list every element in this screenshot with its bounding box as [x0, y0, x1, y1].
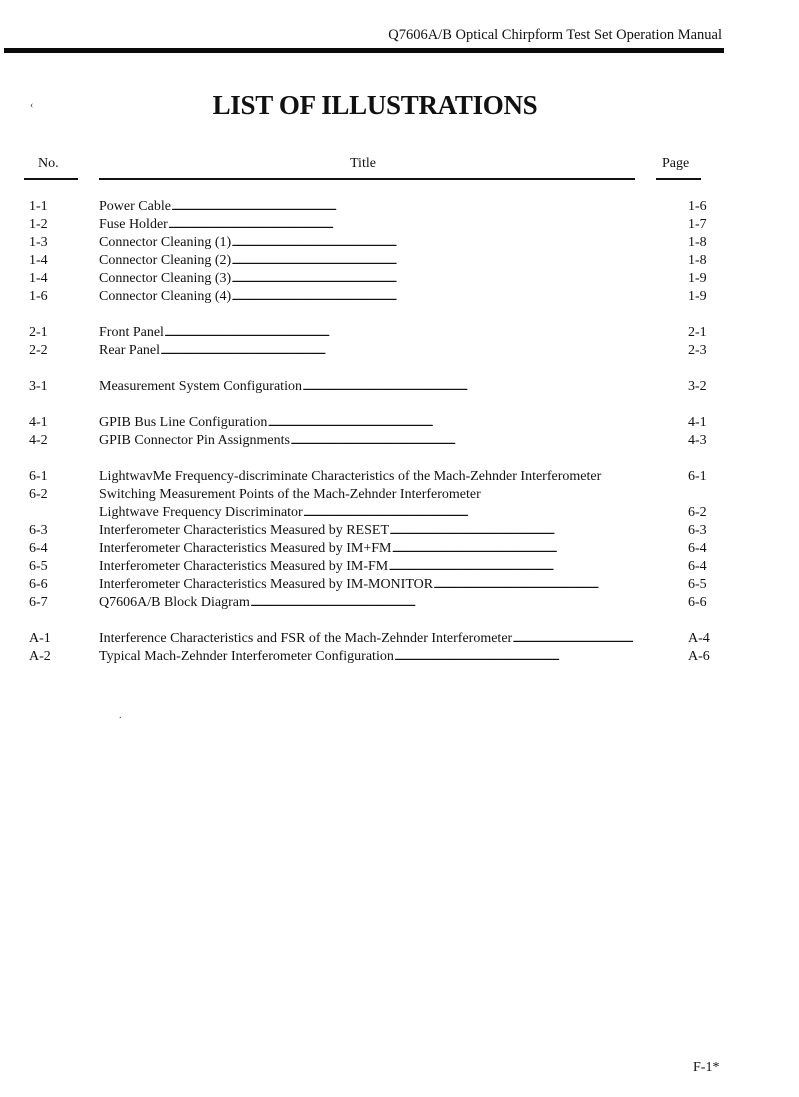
- header-rule: [4, 48, 724, 53]
- figure-number: 1-3: [29, 235, 48, 250]
- figure-page: 6-5: [688, 577, 707, 592]
- figure-title: GPIB Connector Pin Assignments: [99, 432, 633, 450]
- figure-number: 6-3: [29, 523, 48, 538]
- figure-number: 3-1: [29, 379, 48, 394]
- figure-title: Connector Cleaning (2): [99, 252, 633, 270]
- toc-row[interactable]: 6-2 Switching Measurement Points of the …: [0, 486, 799, 504]
- figure-page: 2-3: [688, 343, 707, 358]
- toc-row[interactable]: 2-2 Rear Panel 2-3: [0, 342, 799, 360]
- figure-number: 6-6: [29, 577, 48, 592]
- running-header: Q7606A/B Optical Chirpform Test Set Oper…: [388, 27, 722, 43]
- figure-page: 6-4: [688, 541, 707, 556]
- figure-title: Interferometer Characteristics Measured …: [99, 540, 633, 558]
- figure-title: Typical Mach-Zehnder Interferometer Conf…: [99, 648, 633, 666]
- figure-title: Power Cable: [99, 198, 633, 216]
- figure-number: 1-2: [29, 217, 48, 232]
- figure-page: 1-7: [688, 217, 707, 232]
- figure-page: 1-8: [688, 235, 707, 250]
- toc-row[interactable]: 1-6 Connector Cleaning (4) 1-9: [0, 288, 799, 306]
- figure-number: A-1: [29, 631, 51, 646]
- toc-row[interactable]: 1-3 Connector Cleaning (1) 1-8: [0, 234, 799, 252]
- figure-page: 6-6: [688, 595, 707, 610]
- column-rule-no: [24, 178, 78, 180]
- toc-row[interactable]: 2-1 Front Panel 2-1: [0, 324, 799, 342]
- figure-page: 6-2: [688, 505, 707, 520]
- toc-row[interactable]: 1-2 Fuse Holder 1-7: [0, 216, 799, 234]
- figure-page: 2-1: [688, 325, 707, 340]
- figure-page: 1-9: [688, 271, 707, 286]
- column-rule-page: [656, 178, 701, 180]
- figure-page: A-6: [688, 649, 710, 664]
- column-header-page: Page: [662, 156, 690, 171]
- figure-number: 6-5: [29, 559, 48, 574]
- toc-row[interactable]: 6-5 Interferometer Characteristics Measu…: [0, 558, 799, 576]
- figure-page: 6-4: [688, 559, 707, 574]
- figure-number: 4-1: [29, 415, 48, 430]
- figure-title: Interference Characteristics and FSR of …: [99, 630, 633, 648]
- toc-row[interactable]: 1-4 Connector Cleaning (2) 1-8: [0, 252, 799, 270]
- toc-row[interactable]: 6-7 Q7606A/B Block Diagram 6-6: [0, 594, 799, 612]
- figure-title: Switching Measurement Points of the Mach…: [99, 487, 481, 502]
- figure-number: 1-6: [29, 289, 48, 304]
- page-number: F-1*: [693, 1060, 720, 1075]
- figure-title: Connector Cleaning (3): [99, 270, 633, 288]
- toc-row[interactable]: A-2 Typical Mach-Zehnder Interferometer …: [0, 648, 799, 666]
- figure-page: A-4: [688, 631, 710, 646]
- figure-title: GPIB Bus Line Configuration: [99, 414, 633, 432]
- figure-number: 1-4: [29, 271, 48, 286]
- toc-row[interactable]: Lightwave Frequency Discriminator 6-2: [0, 504, 799, 522]
- figure-number: 1-1: [29, 199, 48, 214]
- figure-title: Interferometer Characteristics Measured …: [99, 576, 633, 594]
- figure-title: Q7606A/B Block Diagram: [99, 594, 633, 612]
- figure-number: 6-2: [29, 487, 48, 502]
- figure-title: Front Panel: [99, 324, 633, 342]
- figure-title: Rear Panel: [99, 342, 633, 360]
- figure-number: A-2: [29, 649, 51, 664]
- figure-page: 4-3: [688, 433, 707, 448]
- toc-row[interactable]: 6-3 Interferometer Characteristics Measu…: [0, 522, 799, 540]
- toc-row[interactable]: 6-1 LightwavMe Frequency-discriminate Ch…: [0, 468, 799, 486]
- page-title: LIST OF ILLUSTRATIONS: [212, 90, 538, 120]
- figure-page: 6-1: [688, 469, 707, 484]
- figure-page: 6-3: [688, 523, 707, 538]
- figure-number: 2-2: [29, 343, 48, 358]
- figure-number: 6-4: [29, 541, 48, 556]
- toc-row[interactable]: A-1 Interference Characteristics and FSR…: [0, 630, 799, 648]
- figure-title: Interferometer Characteristics Measured …: [99, 558, 633, 576]
- toc-row[interactable]: 4-1 GPIB Bus Line Configuration 4-1: [0, 414, 799, 432]
- figure-page: 1-6: [688, 199, 707, 214]
- figure-number: 4-2: [29, 433, 48, 448]
- figure-title: LightwavMe Frequency-discriminate Charac…: [99, 469, 602, 484]
- column-header-title: Title: [350, 156, 376, 171]
- figure-title: Measurement System Configuration: [99, 378, 633, 396]
- figure-page: 1-8: [688, 253, 707, 268]
- figure-number: 1-4: [29, 253, 48, 268]
- toc-row[interactable]: 1-4 Connector Cleaning (3) 1-9: [0, 270, 799, 288]
- toc-row[interactable]: 3-1 Measurement System Configuration 3-2: [0, 378, 799, 396]
- figure-title: Connector Cleaning (4): [99, 288, 633, 306]
- figure-title: Fuse Holder: [99, 216, 633, 234]
- figure-title: Interferometer Characteristics Measured …: [99, 522, 633, 540]
- toc-row[interactable]: 1-1 Power Cable 1-6: [0, 198, 799, 216]
- toc-row[interactable]: 6-4 Interferometer Characteristics Measu…: [0, 540, 799, 558]
- stray-dot: .: [119, 710, 122, 721]
- toc-row[interactable]: 6-6 Interferometer Characteristics Measu…: [0, 576, 799, 594]
- column-header-no: No.: [38, 156, 59, 171]
- figure-number: 6-7: [29, 595, 48, 610]
- figure-number: 2-1: [29, 325, 48, 340]
- figure-page: 1-9: [688, 289, 707, 304]
- figure-number: 6-1: [29, 469, 48, 484]
- column-rule-title: [99, 178, 635, 180]
- figure-page: 3-2: [688, 379, 707, 394]
- figure-page: 4-1: [688, 415, 707, 430]
- figure-title: Lightwave Frequency Discriminator: [99, 504, 633, 522]
- figure-title: Connector Cleaning (1): [99, 234, 633, 252]
- toc-row[interactable]: 4-2 GPIB Connector Pin Assignments 4-3: [0, 432, 799, 450]
